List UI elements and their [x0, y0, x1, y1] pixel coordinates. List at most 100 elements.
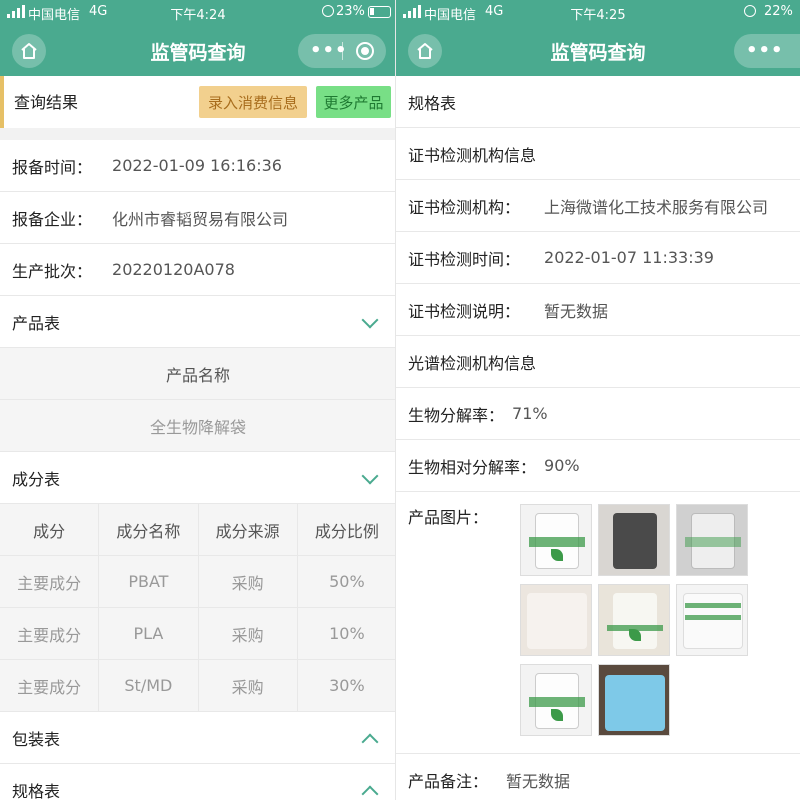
section-title: 光谱检测机构信息 — [408, 353, 537, 373]
column-header: 成分名称 — [99, 504, 199, 555]
composition-table: 成分 成分名称 成分来源 成分比例 主要成分 PBAT 采购 50% 主要成分 … — [0, 504, 396, 712]
spectrum-section-header: 光谱检测机构信息 — [396, 336, 800, 388]
chevron-down-icon — [361, 311, 379, 329]
table-cell: 主要成分 — [0, 660, 100, 711]
table-row: 主要成分 PBAT 采购 50% — [0, 556, 396, 608]
cert-row-note: 证书检测说明： 暂无数据 — [396, 284, 800, 336]
info-label: 产品备注： — [408, 772, 489, 791]
info-value: 20220120A078 — [112, 260, 235, 279]
column-header: 成分来源 — [199, 504, 298, 555]
close-mini-program-button[interactable] — [356, 42, 374, 60]
section-title: 证书检测机构信息 — [408, 145, 537, 165]
info-label: 证书检测说明： — [408, 301, 521, 321]
info-value: 2022-01-09 16:16:36 — [112, 156, 282, 175]
query-result-label: 查询结果 — [14, 93, 79, 112]
cert-row-time: 证书检测时间： 2022-01-07 11:33:39 — [396, 232, 800, 284]
chevron-up-icon — [361, 733, 379, 751]
mini-program-capsule: ••• — [298, 34, 386, 68]
section-title: 包装表 — [12, 729, 61, 749]
more-products-button[interactable]: 更多产品 — [316, 86, 391, 118]
section-title: 规格表 — [12, 781, 61, 800]
left-content: 查询结果 录入消费信息 更多产品 报备时间： 2022-01-09 16:16:… — [0, 76, 396, 800]
table-cell: 采购 — [199, 660, 298, 711]
status-bar: 中国电信 4G 下午4:24 23% — [0, 0, 396, 26]
info-label: 生物相对分解率： — [408, 457, 537, 477]
info-label: 证书检测机构： — [408, 197, 521, 217]
info-label: 生产批次： — [12, 261, 93, 281]
mini-program-capsule: ••• — [734, 34, 800, 68]
column-header: 成分 — [0, 504, 100, 555]
alarm-icon — [744, 5, 756, 17]
table-row: 主要成分 St/MD 采购 30% — [0, 660, 396, 712]
info-label: 证书检测时间： — [408, 249, 521, 269]
battery-icon — [368, 6, 391, 18]
cert-section-header: 证书检测机构信息 — [396, 128, 800, 180]
product-table-header: 产品名称 — [0, 348, 396, 400]
query-result-header: 查询结果 录入消费信息 更多产品 — [0, 76, 396, 128]
nav-bar: 监管码查询 ••• — [396, 26, 800, 76]
remark-row: 产品备注： 暂无数据 — [396, 754, 800, 800]
product-photo[interactable] — [520, 504, 592, 576]
section-title: 规格表 — [408, 93, 457, 113]
section-title: 产品表 — [12, 313, 61, 333]
product-photos-row: 产品图片： — [396, 492, 800, 754]
info-value: 暂无数据 — [506, 772, 571, 791]
table-cell: 采购 — [199, 608, 298, 659]
right-screen: 中国电信 4G 下午4:25 22% 监管码查询 ••• 规格表 证书检测机构信… — [396, 0, 800, 800]
product-table-cell: 全生物降解袋 — [0, 400, 396, 452]
left-screen: 中国电信 4G 下午4:24 23% 监管码查询 ••• 查询结果 录入消费信息… — [0, 0, 396, 800]
table-cell: 10% — [329, 624, 365, 643]
table-cell: 30% — [329, 676, 365, 695]
table-cell: 50% — [329, 572, 365, 591]
product-photo[interactable] — [676, 584, 748, 656]
info-value: 暂无数据 — [544, 301, 609, 321]
info-value: 上海微谱化工技术服务有限公司 — [544, 197, 769, 217]
battery-percent: 22% — [764, 4, 793, 19]
product-photo[interactable] — [520, 664, 592, 736]
info-label: 报备时间： — [12, 157, 93, 177]
packaging-section-toggle[interactable]: 包装表 — [0, 712, 396, 764]
info-row-filing-time: 报备时间： 2022-01-09 16:16:36 — [0, 140, 396, 192]
table-cell: 主要成分 — [0, 556, 100, 607]
info-value: 90% — [544, 456, 580, 475]
battery-percent: 23% — [336, 4, 365, 19]
alarm-icon — [322, 5, 334, 17]
table-cell: 采购 — [199, 556, 298, 607]
section-title: 成分表 — [12, 469, 61, 489]
info-label: 报备企业： — [12, 209, 93, 229]
info-row-filing-company: 报备企业： 化州市睿韬贸易有限公司 — [0, 192, 396, 244]
product-photo[interactable] — [598, 504, 670, 576]
composition-section-toggle[interactable]: 成分表 — [0, 452, 396, 504]
table-cell: PBAT — [99, 556, 199, 607]
spec-section-header: 规格表 — [396, 76, 800, 128]
product-photo[interactable] — [520, 584, 592, 656]
info-row-batch: 生产批次： 20220120A078 — [0, 244, 396, 296]
table-cell: 主要成分 — [0, 608, 100, 659]
right-content: 规格表 证书检测机构信息 证书检测机构： 上海微谱化工技术服务有限公司 证书检测… — [396, 76, 800, 800]
more-menu-button[interactable]: ••• — [746, 40, 784, 61]
product-photo[interactable] — [676, 504, 748, 576]
info-value: 71% — [512, 404, 548, 423]
status-bar: 中国电信 4G 下午4:25 22% — [396, 0, 800, 26]
photos-label: 产品图片： — [408, 508, 489, 527]
clock: 下午4:25 — [570, 8, 626, 23]
cert-row-agency: 证书检测机构： 上海微谱化工技术服务有限公司 — [396, 180, 800, 232]
table-row: 主要成分 PLA 采购 10% — [0, 608, 396, 660]
spec-section-toggle[interactable]: 规格表 — [0, 764, 396, 800]
table-cell: St/MD — [99, 660, 199, 711]
table-header-row: 成分 成分名称 成分来源 成分比例 — [0, 504, 396, 556]
column-header: 成分比例 — [314, 521, 379, 541]
table-cell: PLA — [99, 608, 199, 659]
nav-bar: 监管码查询 ••• — [0, 26, 396, 76]
bio-row-relative: 生物相对分解率： 90% — [396, 440, 800, 492]
record-consumption-button[interactable]: 录入消费信息 — [199, 86, 307, 118]
chevron-up-icon — [361, 785, 379, 800]
info-value: 2022-01-07 11:33:39 — [544, 248, 714, 267]
product-photo[interactable] — [598, 584, 670, 656]
chevron-down-icon — [361, 467, 379, 485]
info-label: 生物分解率： — [408, 405, 505, 425]
bio-row-decomposition: 生物分解率： 71% — [396, 388, 800, 440]
product-photo[interactable] — [598, 664, 670, 736]
info-value: 化州市睿韬贸易有限公司 — [112, 209, 289, 229]
product-section-toggle[interactable]: 产品表 — [0, 296, 396, 348]
